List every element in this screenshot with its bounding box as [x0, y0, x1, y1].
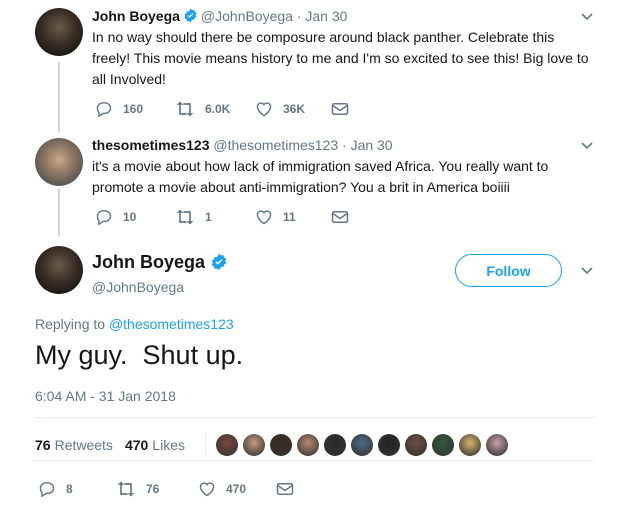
likes-count: 470 [124, 437, 149, 453]
liker-avatar[interactable] [269, 434, 292, 456]
liker-avatars [215, 434, 513, 456]
divider [35, 417, 595, 418]
liker-avatar[interactable] [215, 434, 238, 456]
reply-button[interactable]: 160 [95, 101, 143, 117]
tweet-stats: 76 Retweets 470 Likes [35, 432, 513, 458]
author-name-text: John Boyega [92, 252, 206, 272]
retweets-stat[interactable]: 76 Retweets [35, 437, 113, 453]
tweet-timestamp[interactable]: 6:04 AM - 31 Jan 2018 [35, 388, 176, 404]
tweet-actions: 10 1 11 [95, 208, 395, 226]
retweet-count: 6.0K [205, 102, 231, 116]
envelope-icon [276, 483, 294, 495]
thread-line [58, 62, 60, 132]
author-handle-date: @JohnBoyega · Jan 30 [200, 8, 348, 24]
tweet-actions: 160 6.0K 36K [95, 100, 395, 118]
avatar[interactable] [35, 8, 83, 56]
thread-line [58, 188, 60, 236]
message-button[interactable] [331, 210, 359, 224]
liker-avatar[interactable] [404, 434, 427, 456]
verified-badge-icon [184, 8, 197, 23]
reply-button[interactable]: 8 [38, 481, 73, 497]
message-button[interactable] [331, 102, 359, 116]
retweet-count: 1 [205, 210, 212, 224]
retweet-count: 76 [146, 482, 160, 496]
tweet-text: In no way should there be composure arou… [92, 29, 589, 87]
stats-separator [204, 432, 206, 458]
message-button[interactable] [276, 482, 304, 496]
replying-to-link[interactable]: @thesometimes123 [109, 316, 234, 332]
retweet-button[interactable]: 1 [175, 209, 212, 225]
like-count: 11 [283, 210, 296, 224]
liker-avatar[interactable] [242, 434, 265, 456]
replying-prefix: Replying to [35, 316, 109, 332]
tweet-text: My guy. Shut up. [35, 340, 244, 370]
reply-icon [96, 210, 112, 225]
heart-icon [256, 102, 272, 117]
avatar[interactable] [35, 246, 83, 294]
replying-to: Replying to @thesometimes123 [35, 316, 234, 332]
liker-avatar[interactable] [350, 434, 373, 456]
tweet-header: thesometimes123 @thesometimes123 · Jan 3… [92, 137, 393, 153]
reply-icon [96, 102, 112, 117]
reply-icon [39, 482, 55, 497]
reply-count: 10 [123, 210, 137, 224]
retweets-label: Retweets [54, 437, 113, 453]
author-handle[interactable]: @JohnBoyega [92, 279, 184, 295]
likes-stat[interactable]: 470 Likes [125, 437, 185, 453]
retweets-count: 76 [35, 437, 51, 453]
tweet-text: it's a movie about how lack of immigrati… [92, 158, 549, 195]
author-handle-date: @thesometimes123 · Jan 30 [213, 137, 393, 153]
retweet-icon [176, 101, 194, 117]
follow-button[interactable]: Follow [455, 254, 562, 287]
reply-count: 8 [66, 482, 73, 496]
tweet-header: John Boyega @JohnBoyega · Jan 30 [92, 8, 347, 24]
like-count: 36K [283, 102, 306, 116]
heart-icon [256, 210, 272, 225]
like-button[interactable]: 36K [255, 101, 305, 117]
like-button[interactable]: 470 [198, 481, 246, 497]
liker-avatar[interactable] [458, 434, 481, 456]
chevron-down-icon[interactable] [580, 266, 594, 276]
envelope-icon [331, 103, 349, 115]
envelope-icon [331, 211, 349, 223]
author-name[interactable]: thesometimes123 [92, 137, 210, 153]
retweet-icon [176, 209, 194, 225]
liker-avatar[interactable] [296, 434, 319, 456]
reply-count: 160 [123, 102, 144, 116]
divider [35, 460, 595, 461]
likes-label: Likes [152, 437, 185, 453]
retweet-button[interactable]: 76 [116, 481, 159, 497]
liker-avatar[interactable] [377, 434, 400, 456]
heart-icon [199, 482, 215, 497]
chevron-down-icon[interactable] [580, 12, 594, 22]
avatar[interactable] [35, 138, 83, 186]
retweet-icon [117, 481, 135, 497]
like-count: 470 [226, 482, 247, 496]
liker-avatar[interactable] [323, 434, 346, 456]
liker-avatar[interactable] [485, 434, 508, 456]
like-button[interactable]: 11 [255, 209, 296, 225]
retweet-button[interactable]: 6.0K [175, 101, 230, 117]
liker-avatar[interactable] [431, 434, 454, 456]
reply-button[interactable]: 10 [95, 209, 136, 225]
tweet-actions: 8 76 470 [38, 480, 338, 498]
author-name[interactable]: John Boyega [92, 252, 231, 273]
author-name[interactable]: John Boyega [92, 8, 180, 24]
chevron-down-icon[interactable] [580, 141, 594, 151]
verified-badge-icon [211, 253, 227, 271]
